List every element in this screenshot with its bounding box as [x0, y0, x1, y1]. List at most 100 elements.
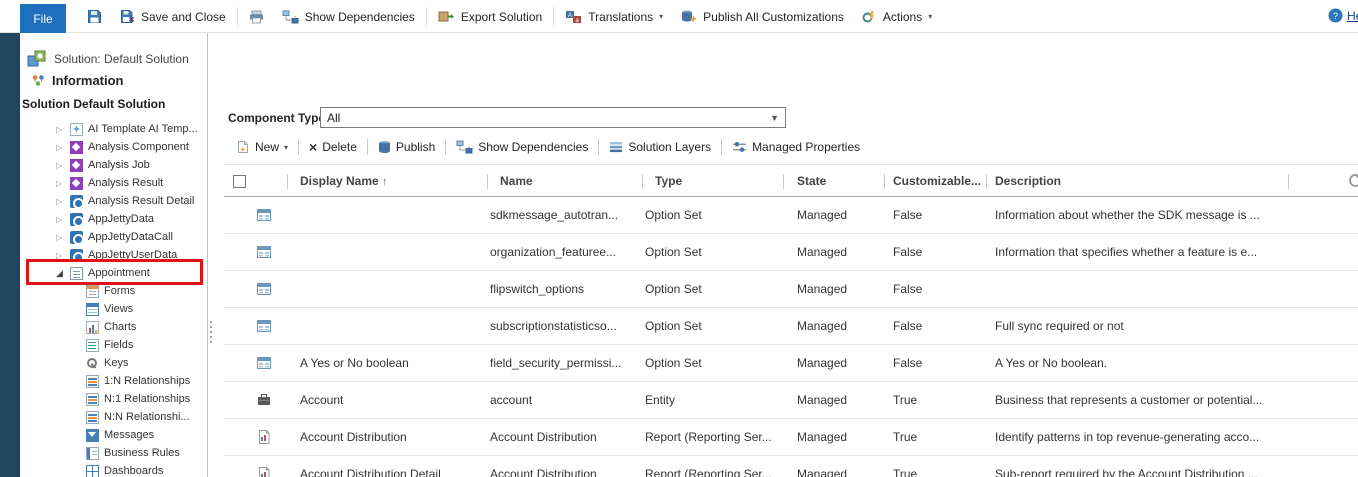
appjetty-datacall-icon: [70, 230, 84, 245]
sort-ascending-icon: ↑: [382, 176, 388, 188]
new-button[interactable]: New ▾: [236, 140, 288, 154]
delete-button[interactable]: × Delete: [309, 140, 357, 154]
chevron-down-icon: ▾: [284, 142, 289, 152]
component-tree: ▷ AI Template AI Temp... ▷ Analysis Comp…: [20, 120, 207, 477]
publish-icon: [378, 141, 390, 153]
tree-item-label: Analysis Result Detail: [88, 195, 195, 207]
expand-icon[interactable]: ▷: [56, 233, 70, 242]
table-row[interactable]: flipswitch_options Option Set Managed Fa…: [224, 271, 1358, 308]
cell-description: Information about whether the SDK messag…: [995, 208, 1260, 222]
tree-item-appjettydata[interactable]: ▷ AppJettyData: [20, 210, 207, 228]
help-icon: ?: [1328, 8, 1343, 23]
tree-item-appjettydatacall[interactable]: ▷ AppJettyDataCall: [20, 228, 207, 246]
print-button[interactable]: [249, 10, 264, 24]
tree-item-keys[interactable]: Keys: [20, 354, 207, 372]
table-row[interactable]: A Yes or No boolean field_security_permi…: [224, 345, 1358, 382]
show-dependencies-label: Show Dependencies: [304, 9, 415, 24]
table-row[interactable]: sdkmessage_autotran... Option Set Manage…: [224, 197, 1358, 234]
column-label: Display Name: [300, 174, 379, 188]
save-button[interactable]: [87, 9, 102, 24]
tree-item-ai-template[interactable]: ▷ AI Template AI Temp...: [20, 120, 207, 138]
publish-button[interactable]: Publish: [378, 140, 435, 154]
ribbon-separator: [425, 6, 427, 27]
column-type[interactable]: Type: [655, 165, 682, 198]
expand-icon[interactable]: ▷: [56, 179, 70, 188]
file-tab[interactable]: File: [20, 4, 66, 33]
solution-window: File Save and Close Show Dependencies Ex…: [0, 0, 1358, 477]
refresh-button[interactable]: [1348, 173, 1358, 191]
analysis-component-icon: [70, 140, 83, 154]
expand-icon[interactable]: ▷: [56, 125, 70, 134]
toolbar-separator: [445, 139, 447, 155]
cell-name: organization_featuree...: [490, 245, 617, 259]
tree-item-analysis-component[interactable]: ▷ Analysis Component: [20, 138, 207, 156]
collapse-icon[interactable]: ◢: [56, 268, 70, 279]
expand-icon[interactable]: ▷: [56, 197, 70, 206]
tree-item-nn-relationships[interactable]: N:N Relationshi...: [20, 408, 207, 426]
tree-item-label: AppJettyUserData: [88, 249, 178, 261]
tree-item-forms[interactable]: Forms: [20, 282, 207, 300]
show-dependencies-label: Show Dependencies: [478, 140, 589, 154]
cell-state: Managed: [797, 467, 848, 477]
solution-title: Solution: Default Solution: [26, 49, 207, 69]
entity-icon: [258, 394, 270, 405]
publish-all-customizations-button[interactable]: Publish All Customizations: [681, 9, 844, 24]
expand-icon[interactable]: ▷: [56, 161, 70, 170]
column-separator: [1288, 174, 1289, 189]
tree-item-charts[interactable]: Charts: [20, 318, 207, 336]
solution-layers-button[interactable]: Solution Layers: [609, 140, 711, 154]
expand-icon[interactable]: ▷: [56, 251, 70, 260]
column-name[interactable]: Name: [500, 165, 533, 198]
expand-icon[interactable]: ▷: [56, 215, 70, 224]
cell-type: Option Set: [645, 282, 702, 296]
table-row[interactable]: Account Distribution Detail Account Dist…: [224, 456, 1358, 477]
option-set-icon: [257, 357, 271, 369]
tree-item-appointment[interactable]: ◢ Appointment: [20, 264, 207, 282]
tree-item-business-rules[interactable]: Business Rules: [20, 444, 207, 462]
tree-item-analysis-result-detail[interactable]: ▷ Analysis Result Detail: [20, 192, 207, 210]
cell-state: Managed: [797, 282, 848, 296]
tree-item-dashboards[interactable]: Dashboards: [20, 462, 207, 477]
column-separator: [783, 174, 784, 189]
column-customizable[interactable]: Customizable...: [893, 165, 981, 198]
table-row[interactable]: organization_featuree... Option Set Mana…: [224, 234, 1358, 271]
tree-item-views[interactable]: Views: [20, 300, 207, 318]
show-dependencies-button[interactable]: Show Dependencies: [282, 10, 415, 24]
help-link[interactable]: ? Help: [1328, 8, 1358, 23]
translations-button[interactable]: Aa Translations ▾: [565, 10, 663, 24]
tree-item-messages[interactable]: Messages: [20, 426, 207, 444]
tree-item-analysis-result[interactable]: ▷ Analysis Result: [20, 174, 207, 192]
toolbar-separator: [598, 139, 600, 155]
column-state[interactable]: State: [797, 165, 826, 198]
export-solution-button[interactable]: Export Solution: [438, 10, 542, 24]
managed-properties-button[interactable]: Managed Properties: [732, 140, 860, 154]
column-description[interactable]: Description: [995, 165, 1061, 198]
ribbon-separator: [236, 6, 238, 27]
tree-item-label: Analysis Component: [88, 141, 189, 153]
analysis-job-icon: [70, 158, 83, 172]
tree-item-fields[interactable]: Fields: [20, 336, 207, 354]
tree-item-n1-relationships[interactable]: N:1 Relationships: [20, 390, 207, 408]
ai-template-icon: [70, 122, 83, 136]
left-edge-bar: [0, 33, 20, 477]
component-type-select[interactable]: All ▼: [320, 107, 786, 128]
many-to-one-icon: [86, 392, 99, 406]
solution-title-label: Solution: Default Solution: [54, 52, 189, 66]
table-row[interactable]: Account account Entity Managed True Busi…: [224, 382, 1358, 419]
tree-item-analysis-job[interactable]: ▷ Analysis Job: [20, 156, 207, 174]
show-dependencies-grid-button[interactable]: Show Dependencies: [456, 140, 588, 154]
column-display-name[interactable]: Display Name ↑: [300, 165, 388, 199]
cell-name: account: [490, 393, 533, 407]
table-row[interactable]: Account Distribution Account Distributio…: [224, 419, 1358, 456]
table-row[interactable]: subscriptionstatisticso... Option Set Ma…: [224, 308, 1358, 345]
translations-label: Translations: [588, 9, 654, 24]
expand-icon[interactable]: ▷: [56, 143, 70, 152]
cell-name: Account Distribution: [490, 467, 597, 477]
select-all-checkbox[interactable]: [233, 175, 246, 188]
solution-icon: [27, 50, 46, 67]
cell-customizable: False: [893, 208, 923, 222]
actions-button[interactable]: Actions ▾: [862, 10, 932, 24]
tree-item-appjettyuserdata[interactable]: ▷ AppJettyUserData: [20, 246, 207, 264]
tree-item-1n-relationships[interactable]: 1:N Relationships: [20, 372, 207, 390]
save-and-close-button[interactable]: Save and Close: [120, 9, 226, 24]
